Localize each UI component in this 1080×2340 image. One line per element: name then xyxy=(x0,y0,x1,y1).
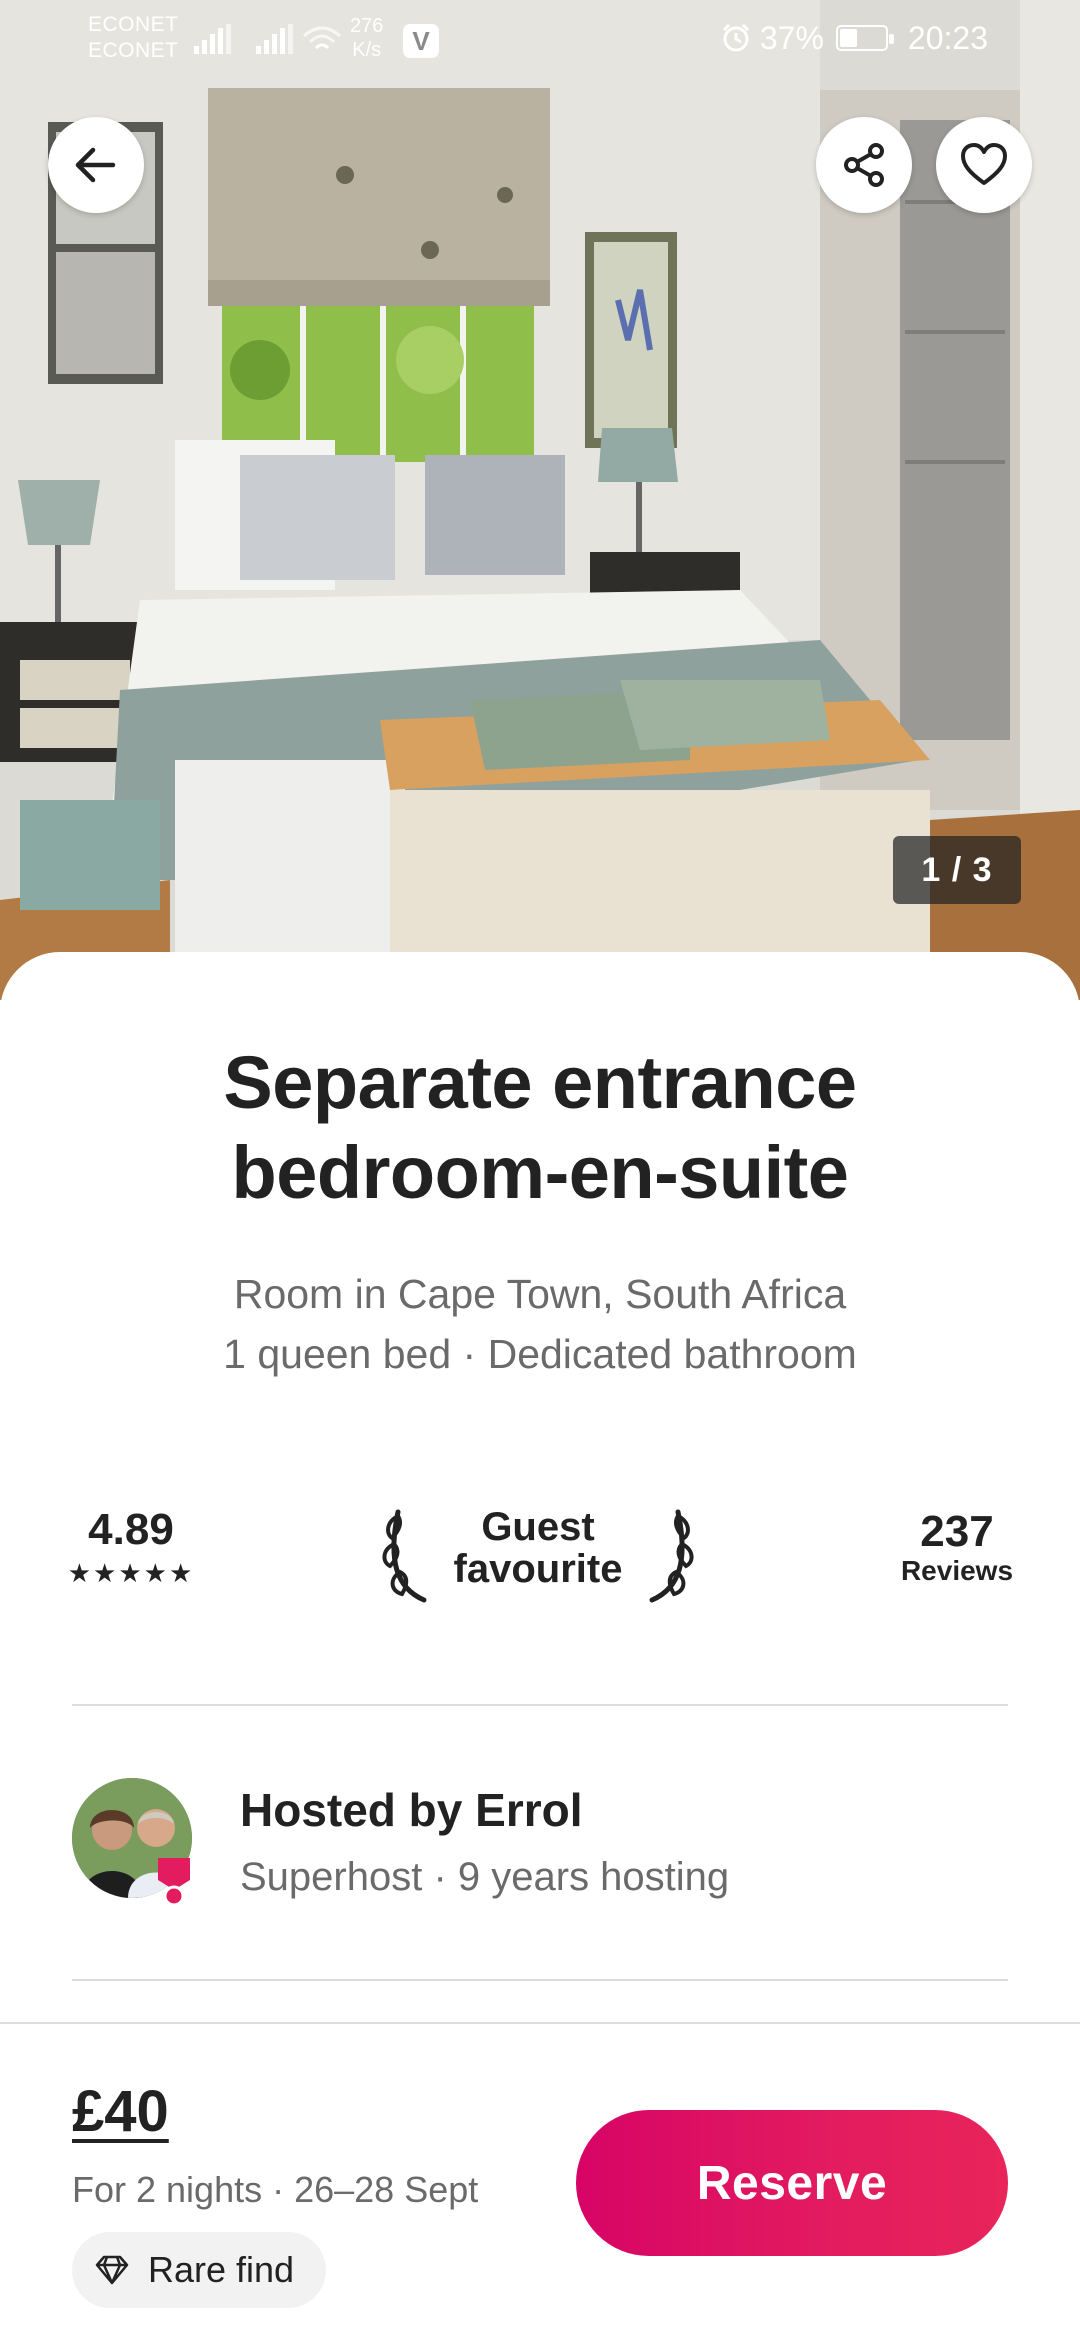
heart-icon xyxy=(961,143,1007,185)
guest-favourite-badge[interactable]: Guest favourite xyxy=(378,1500,698,1610)
booking-bar: £40 For 2 nights · 26–28 Sept Rare find … xyxy=(0,2022,1080,2340)
reserve-button[interactable]: Reserve xyxy=(576,2110,1008,2256)
status-bar: ECONET ECONET 276 K/s V 37% 20:23 xyxy=(0,0,1080,80)
share-button[interactable] xyxy=(816,117,912,213)
diamond-icon xyxy=(95,2255,129,2285)
favourite-button[interactable] xyxy=(936,117,1032,213)
reviews-label: Reviews xyxy=(900,1555,1014,1586)
status-right: 37% 20:23 xyxy=(720,18,988,58)
host-meta: Superhost · 9 years hosting xyxy=(240,1855,730,1899)
rating-value: 4.89 xyxy=(88,1505,174,1554)
network-speed-unit: K/s xyxy=(352,39,382,61)
divider xyxy=(72,1704,1008,1706)
rare-find-chip: Rare find xyxy=(72,2232,327,2308)
alarm-icon xyxy=(722,23,749,52)
signal-icon xyxy=(194,24,231,54)
listing-location: Room in Cape Town, South Africa xyxy=(233,1271,847,1317)
laurel-icon xyxy=(649,1509,694,1603)
listing-room-details: 1 queen bed · Dedicated bathroom xyxy=(223,1331,857,1377)
listing-summary: Room in Cape Town, South Africa 1 queen … xyxy=(60,1264,1020,1384)
laurel-icon xyxy=(382,1509,427,1603)
signal-icon xyxy=(256,24,293,54)
host-name[interactable]: Hosted by Errol xyxy=(240,1782,583,1838)
carrier-2: ECONET xyxy=(88,39,179,62)
back-button[interactable] xyxy=(48,117,144,213)
divider xyxy=(72,1979,1008,1981)
rare-find-label: Rare find xyxy=(148,2249,295,2290)
guest-favourite-label: Guest favourite xyxy=(453,1505,623,1591)
carrier-1: ECONET xyxy=(88,13,179,36)
listing-photo[interactable]: ECONET ECONET 276 K/s V 37% 20:23 1 / 3 xyxy=(0,0,1080,1000)
battery-icon xyxy=(835,25,894,51)
carrier-names: ECONET ECONET xyxy=(88,12,179,64)
clock: 20:23 xyxy=(907,20,988,56)
network-speed-value: 276 xyxy=(350,15,384,37)
network-speed: 276 K/s xyxy=(350,14,383,62)
price-dates: For 2 nights · 26–28 Sept xyxy=(72,2169,479,2210)
price-total[interactable]: £40 xyxy=(72,2080,169,2144)
rating-stars: ★★★★★ xyxy=(67,1558,195,1588)
reviews-block[interactable]: 237 Reviews xyxy=(890,1508,1024,1586)
rating-block[interactable]: 4.89 ★★★★★ xyxy=(56,1505,206,1589)
battery-percent: 37% xyxy=(759,20,824,56)
arrow-left-icon xyxy=(75,147,116,183)
share-icon xyxy=(844,143,884,187)
reviews-count: 237 xyxy=(920,1507,994,1556)
listing-details: Separate entrance bedroom-en-suite Room … xyxy=(0,952,1080,2022)
vpn-badge-icon: V xyxy=(403,24,439,58)
wifi-icon xyxy=(303,26,341,50)
listing-title: Separate entrance bedroom-en-suite xyxy=(223,1041,857,1214)
superhost-badge-icon xyxy=(158,1858,190,1906)
photo-counter: 1 / 3 xyxy=(893,836,1021,904)
